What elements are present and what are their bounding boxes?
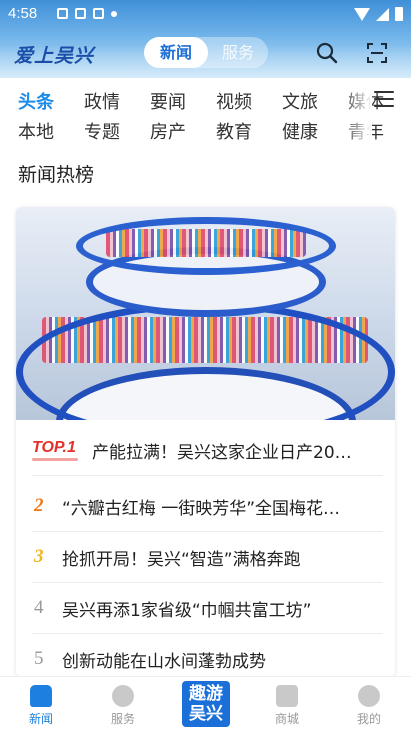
center-tourism-button[interactable]: 趣游 吴兴 [182,681,230,727]
profile-icon [358,685,380,707]
star-icon [112,685,134,707]
hot-item-2[interactable]: 2 “六瓣古红梅 一街映芳华”全国梅花… [16,481,395,532]
section-title: 新闻热榜 [18,164,95,186]
tab-service[interactable]: 服务 [82,677,164,732]
category-local[interactable]: 本地 [18,118,54,144]
category-fade [342,84,372,144]
category-zhengqing[interactable]: 政情 [84,88,120,114]
signal-icon [376,7,389,21]
segment-service[interactable]: 服务 [208,37,268,68]
rank-label: 4 [34,597,44,618]
hot-item-5[interactable]: 5 创新动能在山水间蓬勃成势 [16,634,395,677]
notification-icons [57,8,117,19]
rank-label: 3 [34,546,44,567]
rank-label: 5 [34,648,44,669]
category-topics[interactable]: 专题 [84,118,120,144]
status-time: 4:58 [8,5,38,22]
hot-item-1[interactable]: TOP.1 产能拉满！吴兴这家企业日产20… [16,425,395,476]
tab-news[interactable]: 新闻 [0,677,82,732]
category-property[interactable]: 房产 [150,118,186,144]
category-yaowen[interactable]: 要闻 [150,88,186,114]
tab-label: 我的 [356,712,381,726]
battery-icon [395,7,403,21]
rank-label: 2 [34,495,44,516]
category-wenlv[interactable]: 文旅 [282,88,318,114]
hot-item-title: 产能拉满！吴兴这家企业日产20… [92,443,352,463]
hot-item-title: 抢抓开局！吴兴“智造”满格奔跑 [62,550,301,570]
notification-dot-icon [111,11,117,17]
tab-me[interactable]: 我的 [328,677,410,732]
tab-mall[interactable]: 商城 [246,677,328,732]
menu-icon[interactable] [374,91,394,107]
hot-item-3[interactable]: 3 抢抓开局！吴兴“智造”满格奔跑 [16,532,395,583]
home-icon [30,685,52,707]
category-education[interactable]: 教育 [216,118,252,144]
tab-label: 商城 [274,712,299,726]
shop-icon [276,685,298,707]
notification-icon [57,8,68,19]
tab-label: 服务 [110,712,135,726]
hero-image[interactable] [16,207,395,420]
hot-list-card: TOP.1 产能拉满！吴兴这家企业日产20… 2 “六瓣古红梅 一街映芳华”全国… [16,207,395,677]
category-toutiao[interactable]: 头条 [18,88,54,114]
notification-icon [75,8,86,19]
rank-label: TOP.1 [32,439,76,456]
wifi-icon [354,7,370,21]
category-video[interactable]: 视频 [216,88,252,114]
scan-icon[interactable] [366,42,388,64]
center-logo-line1: 趣游 [189,684,223,704]
search-icon[interactable] [316,42,338,64]
hot-item-4[interactable]: 4 吴兴再添1家省级“巾帼共富工坊” [16,583,395,634]
news-service-switch[interactable]: 新闻 服务 [144,37,268,68]
segment-news[interactable]: 新闻 [144,37,208,68]
tab-label: 新闻 [28,712,53,726]
top1-badge: TOP.1 [32,437,82,463]
category-health[interactable]: 健康 [282,118,318,144]
app-logo: 爱上吴兴 [14,45,95,67]
status-bar: 4:58 [0,0,411,28]
hot-item-title: “六瓣古红梅 一街映芳华”全国梅花… [62,499,341,519]
hot-item-title: 创新动能在山水间蓬勃成势 [62,652,266,672]
center-logo-line2: 吴兴 [189,704,223,724]
hot-item-title: 吴兴再添1家省级“巾帼共富工坊” [62,601,312,621]
notification-icon [93,8,104,19]
